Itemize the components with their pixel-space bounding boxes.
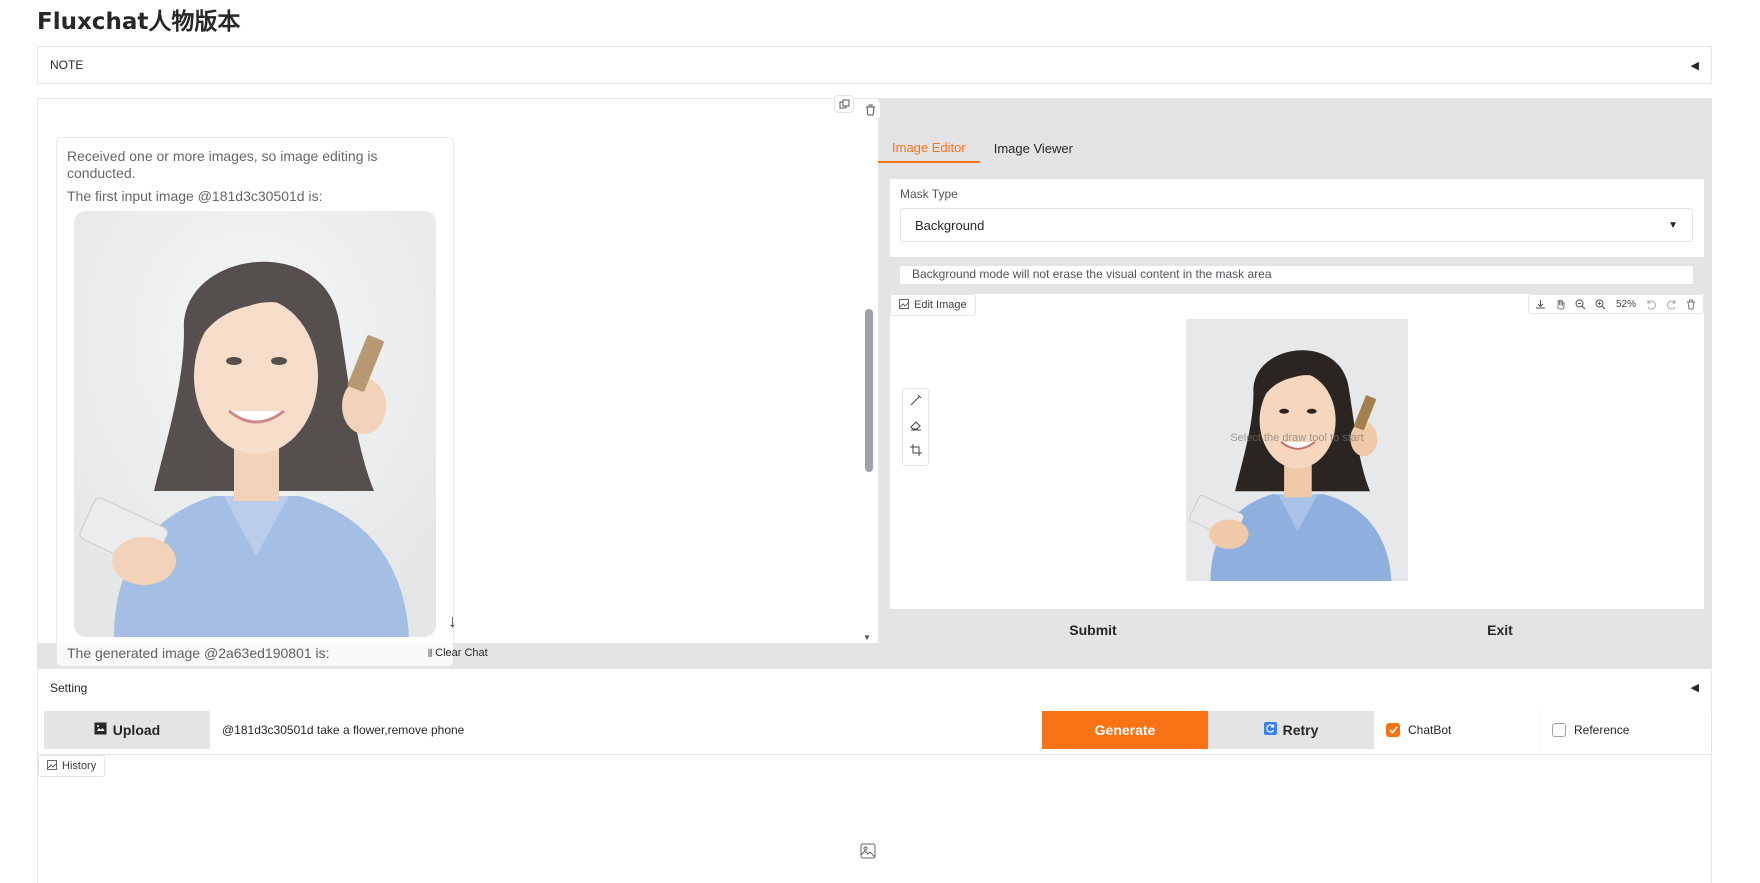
editor-toolbar: 52% — [1527, 294, 1704, 314]
message-text-line2: The first input image @181d3c30501d is: — [67, 188, 323, 204]
brush-icon[interactable] — [910, 393, 922, 411]
edit-image-canvas[interactable] — [1186, 319, 1408, 581]
zoom-in-icon[interactable] — [1593, 296, 1609, 312]
mask-type-block: Mask Type Background ▼ — [890, 179, 1704, 257]
note-label: NOTE — [50, 58, 84, 72]
undo-icon[interactable] — [1643, 296, 1659, 312]
zoom-level: 52% — [1615, 298, 1636, 310]
retry-icon — [1263, 722, 1277, 738]
mask-type-value: Background — [915, 217, 985, 233]
redo-icon[interactable] — [1663, 296, 1679, 312]
setting-label: Setting — [50, 680, 88, 695]
prompt-input[interactable]: @181d3c30501d take a flower,remove phone — [210, 711, 1042, 749]
tab-image-viewer[interactable]: Image Viewer — [980, 133, 1087, 163]
mask-type-dropdown[interactable]: Background ▼ — [900, 208, 1693, 242]
crop-icon[interactable] — [909, 443, 922, 461]
collapse-arrow-icon: ◀ — [1690, 682, 1699, 694]
broom-icon: ⫼ — [428, 647, 433, 658]
scroll-thumb[interactable] — [865, 309, 873, 472]
reference-checkbox[interactable]: Reference — [1540, 711, 1706, 749]
main-row: Received one or more images, so image ed… — [37, 95, 1712, 669]
pan-icon[interactable] — [1553, 296, 1569, 312]
image-editor-panel: Image Editor Image Viewer Mask Type Back… — [878, 99, 1712, 669]
history-label: History — [38, 755, 106, 777]
chatbot-checkbox[interactable]: ChatBot — [1374, 711, 1540, 749]
collapse-arrow-icon: ◀ — [1690, 59, 1699, 72]
chatbot-label: ChatBot — [1408, 723, 1452, 737]
chevron-down-icon: ▼ — [1668, 219, 1678, 231]
image-icon — [899, 298, 909, 312]
trash-icon[interactable] — [1683, 296, 1699, 312]
note-accordion[interactable]: NOTE ◀ — [37, 46, 1712, 84]
image-canvas-editor[interactable]: Edit Image 52% Select the draw tool to s… — [890, 294, 1704, 609]
history-gallery: History — [37, 755, 1712, 883]
clear-chat-label: Clear Chat — [435, 647, 488, 659]
tab-image-editor[interactable]: Image Editor — [878, 133, 980, 163]
page-title: Fluxchat人物版本 — [37, 9, 241, 35]
canvas-hint: Select the draw tool to start — [1230, 432, 1364, 444]
mask-info-text: Background mode will not erase the visua… — [900, 266, 1693, 284]
input-image[interactable] — [74, 211, 436, 637]
clear-chat-button[interactable]: ⫼ Clear Chat — [428, 647, 488, 659]
chat-scrollbar[interactable]: ▼ — [862, 99, 874, 643]
upload-icon — [94, 722, 107, 738]
image-icon — [47, 759, 57, 773]
eraser-icon[interactable] — [909, 418, 922, 436]
retry-label: Retry — [1282, 722, 1319, 738]
zoom-out-icon[interactable] — [1573, 296, 1589, 312]
copy-icon[interactable] — [834, 95, 854, 113]
chatbot-panel: Received one or more images, so image ed… — [38, 95, 880, 667]
upload-button[interactable]: Upload — [44, 711, 210, 749]
arrow-down-icon[interactable]: ↓ — [448, 611, 457, 632]
controls-row: Upload @181d3c30501d take a flower,remov… — [44, 711, 1709, 749]
scroll-down-icon[interactable]: ▼ — [863, 633, 871, 642]
empty-image-icon — [860, 843, 876, 864]
setting-accordion[interactable]: Setting ◀ — [37, 668, 1712, 706]
generate-button[interactable]: Generate — [1042, 711, 1208, 749]
message-text-line1: Received one or more images, so image ed… — [67, 148, 378, 181]
checkbox-checked-icon[interactable] — [1386, 723, 1400, 737]
edit-image-label: Edit Image — [890, 294, 976, 316]
exit-button[interactable]: Exit — [1296, 615, 1704, 645]
mask-type-label: Mask Type — [900, 187, 958, 201]
chat-message: Received one or more images, so image ed… — [56, 137, 454, 667]
message-text-cutoff: The generated image @2a63ed190801 is: — [67, 645, 330, 661]
upload-label: Upload — [112, 722, 161, 738]
retry-button[interactable]: Retry — [1208, 711, 1374, 749]
download-icon[interactable] — [1533, 296, 1549, 312]
editor-tabs: Image Editor Image Viewer — [878, 133, 1087, 163]
checkbox-unchecked-icon[interactable] — [1552, 723, 1566, 737]
submit-button[interactable]: Submit — [890, 615, 1296, 645]
drawing-tools — [902, 388, 929, 466]
reference-label: Reference — [1574, 723, 1630, 737]
